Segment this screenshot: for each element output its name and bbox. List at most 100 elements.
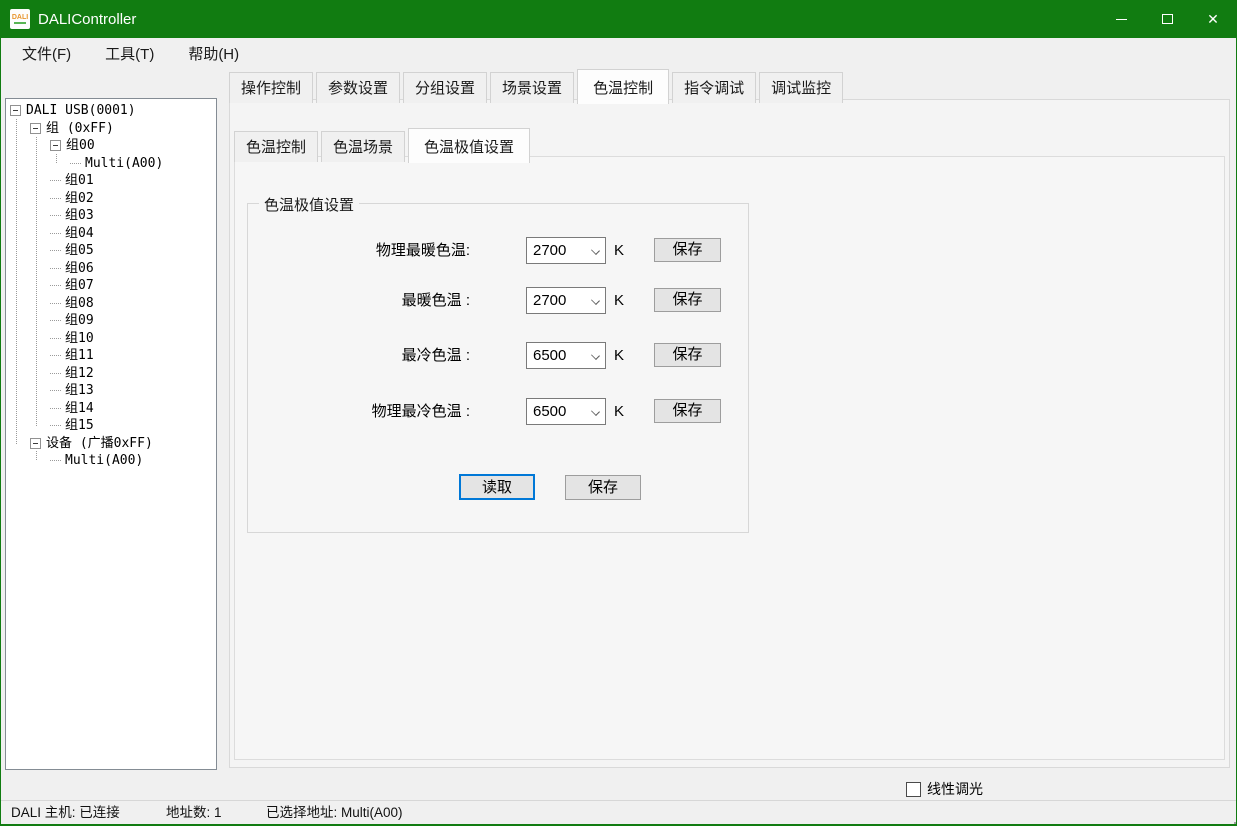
sub-tab-色温极值设置[interactable]: 色温极值设置 [408, 128, 530, 163]
tree-item-Multi(A00)[interactable]: Multi(A00) [6, 155, 216, 173]
color-temp-combobox[interactable]: 6500 [526, 342, 606, 369]
linear-dimming-checkbox[interactable] [906, 782, 921, 797]
tree-item-组00[interactable]: 组00 [6, 137, 216, 155]
tree-item-组15[interactable]: 组15 [6, 417, 216, 435]
tree-connector-stub [50, 460, 62, 461]
tree-connector-stub [70, 163, 82, 164]
linear-dimming-option[interactable]: 线性调光 [906, 779, 983, 799]
menu-item-1[interactable]: 工具(T) [94, 39, 165, 68]
tree-item-组10[interactable]: 组10 [6, 330, 216, 348]
tree-item-组12[interactable]: 组12 [6, 365, 216, 383]
sub-tab-色温控制[interactable]: 色温控制 [234, 131, 318, 162]
tree-connector-stub [50, 425, 62, 426]
main-tab-分组设置[interactable]: 分组设置 [403, 72, 487, 103]
menu-item-2[interactable]: 帮助(H) [177, 39, 250, 68]
tree-item-组14[interactable]: 组14 [6, 400, 216, 418]
tree-connector-stub [50, 355, 62, 356]
menu-bar: 文件(F) 工具(T) 帮助(H) [2, 38, 1237, 68]
tree-item-label: 组07 [65, 277, 94, 295]
main-tab-色温控制[interactable]: 色温控制 [577, 69, 669, 104]
tree-expander-icon[interactable] [50, 140, 61, 151]
color-temp-combobox[interactable]: 2700 [526, 237, 606, 264]
chevron-down-icon [591, 246, 600, 255]
tree-connector-stub [50, 268, 62, 269]
tree-item-组09[interactable]: 组09 [6, 312, 216, 330]
tree-item-label: 组02 [65, 190, 94, 208]
main-tab-指令调试[interactable]: 指令调试 [672, 72, 756, 103]
tree-expander-icon[interactable] [30, 123, 41, 134]
tree-expander-icon[interactable] [10, 105, 21, 116]
status-host: DALI 主机: 已连接 [11, 801, 120, 824]
read-button[interactable]: 读取 [459, 474, 535, 500]
status-selected-address: 已选择地址: Multi(A00) [266, 801, 403, 824]
tree-item-Multi(A00)[interactable]: Multi(A00) [6, 452, 216, 470]
tree-item-label: 组15 [65, 417, 94, 435]
window-title: DALIController [38, 11, 136, 28]
main-tab-操作控制[interactable]: 操作控制 [229, 72, 313, 103]
tree-item-label: 组06 [65, 260, 94, 278]
form-row: 最冷色温 : 6500 K 保存 [248, 342, 748, 369]
row-save-button[interactable]: 保存 [654, 399, 721, 423]
row-save-button[interactable]: 保存 [654, 288, 721, 312]
tree-item-组05[interactable]: 组05 [6, 242, 216, 260]
chevron-down-icon [591, 296, 600, 305]
tree-connector-stub [50, 338, 62, 339]
app-icon-text: DALI [12, 14, 28, 21]
tree-item-组04[interactable]: 组04 [6, 225, 216, 243]
chevron-down-icon [591, 407, 600, 416]
unit-label: K [614, 398, 624, 425]
tree-expander-icon[interactable] [30, 438, 41, 449]
tree-item-label: DALI USB(0001) [26, 102, 136, 120]
tree-item-label: 组05 [65, 242, 94, 260]
minimize-button[interactable] [1098, 0, 1144, 38]
tree-item-组 (0xFF)[interactable]: 组 (0xFF) [6, 120, 216, 138]
tree-item-label: 组14 [65, 400, 94, 418]
form-row-label: 物理最冷色温 : [248, 398, 470, 425]
tree-item-label: 组11 [65, 347, 94, 365]
tree-item-DALI USB(0001)[interactable]: DALI USB(0001) [6, 102, 216, 120]
tree-item-label: Multi(A00) [85, 155, 163, 173]
save-all-button[interactable]: 保存 [565, 475, 641, 500]
tree-item-组01[interactable]: 组01 [6, 172, 216, 190]
tree-connector-stub [50, 373, 62, 374]
main-tab-场景设置[interactable]: 场景设置 [490, 72, 574, 103]
tree-item-组03[interactable]: 组03 [6, 207, 216, 225]
tree-connector-stub [50, 215, 62, 216]
sub-tab-色温场景[interactable]: 色温场景 [321, 131, 405, 162]
combobox-value: 2700 [533, 238, 566, 263]
tree-item-设备 (广播0xFF)[interactable]: 设备 (广播0xFF) [6, 435, 216, 453]
sub-tab-strip: 色温控制色温场景色温极值设置 [234, 128, 530, 162]
form-row-label: 最冷色温 : [248, 342, 470, 369]
tree-item-label: 设备 (广播0xFF) [46, 435, 153, 453]
tree-connector-stub [50, 390, 62, 391]
tree-connector-stub [50, 180, 62, 181]
tree-item-label: 组10 [65, 330, 94, 348]
tree-item-label: 组13 [65, 382, 94, 400]
main-tab-调试监控[interactable]: 调试监控 [759, 72, 843, 103]
main-tab-strip: 操作控制参数设置分组设置场景设置色温控制指令调试调试监控 [229, 69, 843, 103]
close-button[interactable]: ✕ [1190, 0, 1236, 38]
minimize-icon [1116, 19, 1127, 20]
tree-item-组06[interactable]: 组06 [6, 260, 216, 278]
menu-item-0[interactable]: 文件(F) [11, 39, 82, 68]
status-address-count: 地址数: 1 [166, 801, 222, 824]
tree-item-组02[interactable]: 组02 [6, 190, 216, 208]
form-row-label: 物理最暖色温: [248, 237, 470, 264]
tree-item-组07[interactable]: 组07 [6, 277, 216, 295]
tree-item-组13[interactable]: 组13 [6, 382, 216, 400]
app-window: DALI DALIController ✕ 文件(F) 工具(T) 帮助(H) DA… [0, 0, 1237, 826]
maximize-button[interactable] [1144, 0, 1190, 38]
tree-item-label: 组03 [65, 207, 94, 225]
device-tree: DALI USB(0001) 组 (0xFF) 组00 Multi(A00) 组… [5, 98, 217, 770]
tree-item-组11[interactable]: 组11 [6, 347, 216, 365]
tree-item-组08[interactable]: 组08 [6, 295, 216, 313]
window-controls: ✕ [1098, 0, 1236, 38]
color-temp-combobox[interactable]: 2700 [526, 287, 606, 314]
row-save-button[interactable]: 保存 [654, 343, 721, 367]
row-save-button[interactable]: 保存 [654, 238, 721, 262]
maximize-icon [1162, 14, 1173, 24]
tree-connector-stub [50, 285, 62, 286]
main-tab-参数设置[interactable]: 参数设置 [316, 72, 400, 103]
resize-grip[interactable] [1230, 818, 1232, 820]
color-temp-combobox[interactable]: 6500 [526, 398, 606, 425]
